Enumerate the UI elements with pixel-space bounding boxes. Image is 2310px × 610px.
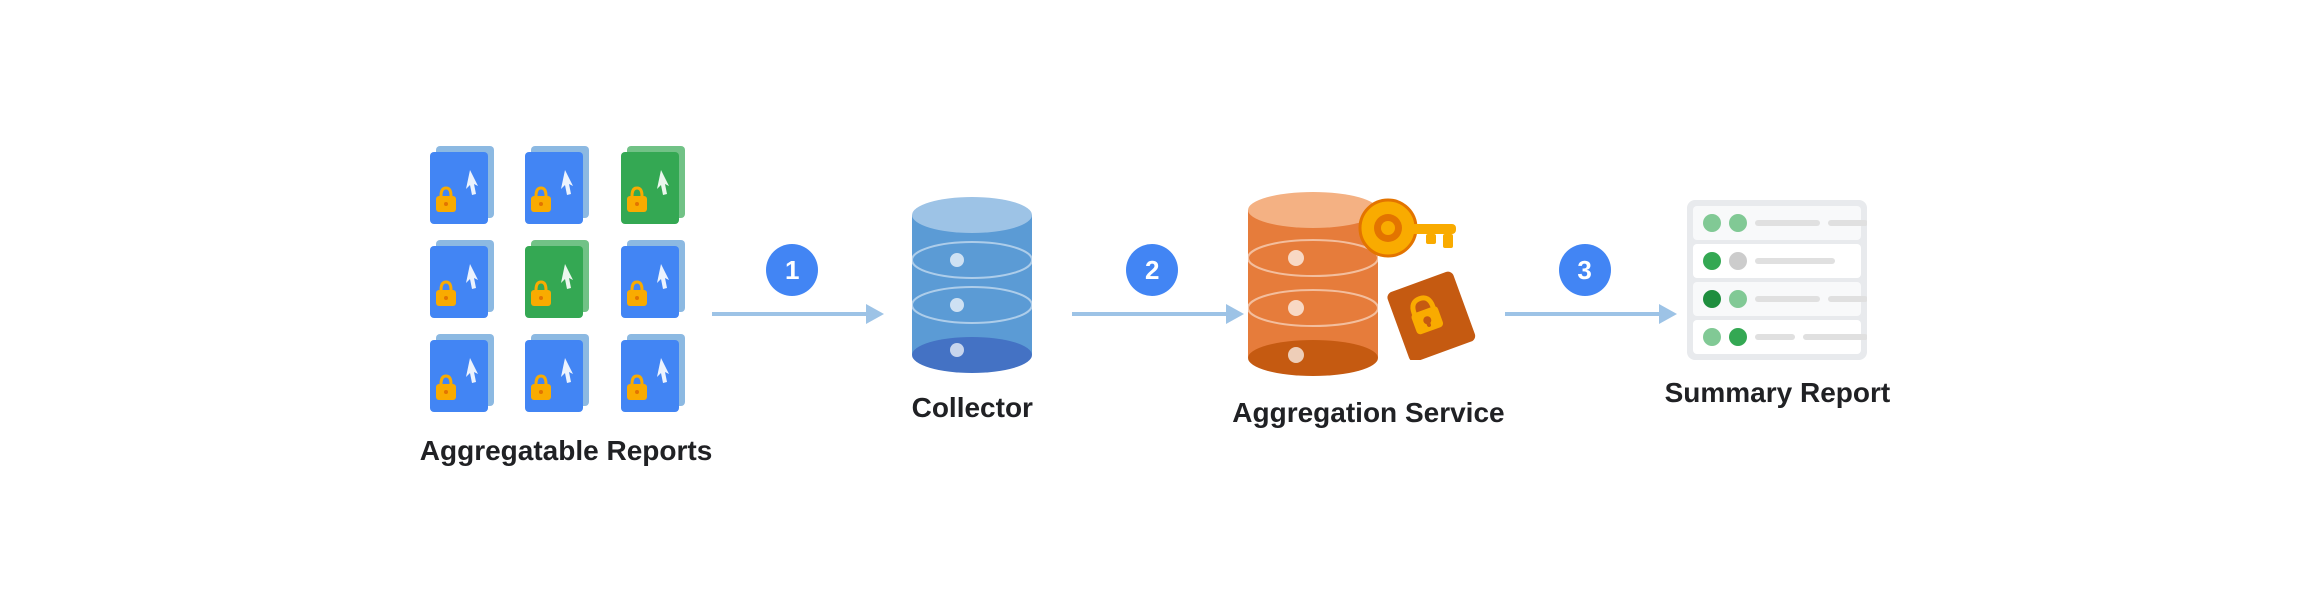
dot-1a — [1703, 214, 1721, 232]
report-doc-5 — [521, 236, 601, 324]
bar-1a — [1755, 220, 1820, 226]
step-badge-3: 3 — [1559, 244, 1611, 296]
report-doc-9 — [617, 330, 697, 418]
summary-report-label: Summary Report — [1665, 376, 1891, 410]
arrow-3-container: 3 — [1505, 244, 1665, 366]
arrow-2-container: 2 — [1072, 244, 1232, 366]
bar-4a — [1755, 334, 1795, 340]
report-doc-4 — [426, 236, 506, 324]
aggregation-service-label: Aggregation Service — [1232, 396, 1504, 430]
report-doc-2 — [521, 142, 601, 230]
arrow-line-3 — [1505, 312, 1665, 316]
collector-label: Collector — [912, 391, 1033, 425]
summary-row-3 — [1693, 282, 1861, 316]
arrow-1-container: 1 — [712, 244, 872, 366]
summary-row-1 — [1693, 206, 1861, 240]
report-doc-6 — [617, 236, 697, 324]
flow-diagram: Aggregatable Reports 1 Col — [0, 0, 2310, 610]
dot-4a — [1703, 328, 1721, 346]
dot-2a — [1703, 252, 1721, 270]
aggregatable-reports-label: Aggregatable Reports — [420, 434, 713, 468]
dot-1b — [1729, 214, 1747, 232]
summary-row-4 — [1693, 320, 1861, 354]
bar-2a — [1755, 258, 1835, 264]
report-doc-8 — [521, 330, 601, 418]
summary-report-node: Summary Report — [1665, 200, 1891, 410]
dot-3b — [1729, 290, 1747, 308]
bar-1b — [1828, 220, 1867, 226]
dot-4b — [1729, 328, 1747, 346]
arrow-line-2 — [1072, 312, 1232, 316]
arrow-line-1 — [712, 312, 872, 316]
aggregatable-reports-node: Aggregatable Reports — [420, 142, 713, 468]
bar-3b — [1828, 296, 1867, 302]
report-doc-3 — [617, 142, 697, 230]
summary-report-table — [1687, 200, 1867, 360]
bar-3a — [1755, 296, 1820, 302]
dot-3a — [1703, 290, 1721, 308]
summary-row-2 — [1693, 244, 1861, 278]
step-badge-1: 1 — [766, 244, 818, 296]
reports-grid — [426, 142, 706, 418]
dot-2b — [1729, 252, 1747, 270]
report-doc-1 — [426, 142, 506, 230]
aggregation-service-node: Aggregation Service — [1232, 180, 1504, 430]
step-badge-2: 2 — [1126, 244, 1178, 296]
collector-node: Collector — [872, 185, 1072, 425]
report-doc-7 — [426, 330, 506, 418]
collector-cylinder — [902, 185, 1042, 375]
bar-4b — [1803, 334, 1867, 340]
aggregation-service-graphic — [1238, 180, 1498, 380]
